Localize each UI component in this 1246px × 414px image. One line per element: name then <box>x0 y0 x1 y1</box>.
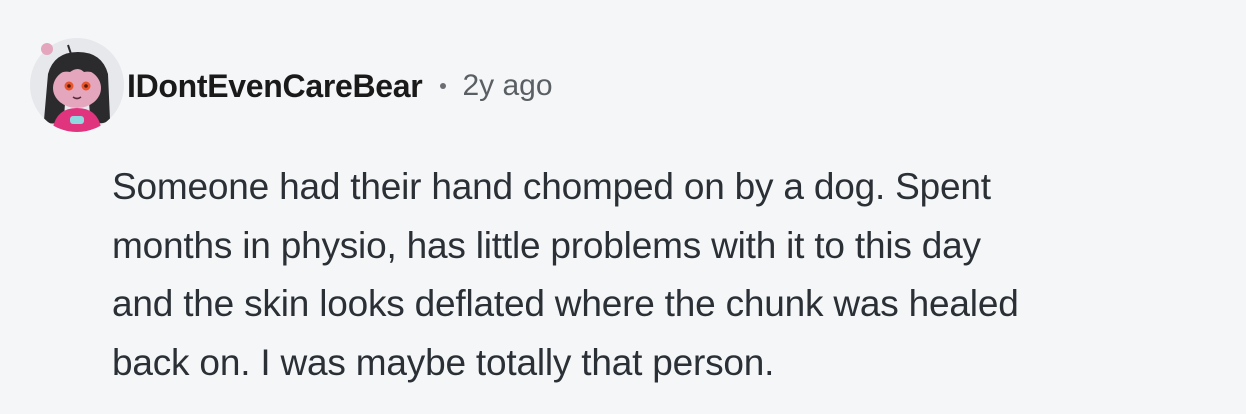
comment: IDontEvenCareBear 2y ago Someone had the… <box>0 0 1246 414</box>
meta-separator-dot <box>440 83 447 89</box>
comment-meta: IDontEvenCareBear 2y ago <box>127 62 553 110</box>
avatar[interactable] <box>28 36 126 134</box>
comment-body: Someone had their hand chomped on by a d… <box>112 158 1222 392</box>
comment-body-line: Someone had their hand chomped on by a d… <box>112 166 991 207</box>
comment-body-line: months in physio, has little problems wi… <box>112 224 981 266</box>
comment-body-line: and the skin looks deflated where the ch… <box>112 283 1019 324</box>
comment-body-line: back on. I was maybe totally that person… <box>112 341 775 383</box>
author-username[interactable]: IDontEvenCareBear <box>127 68 423 105</box>
snoo-avatar-icon <box>30 38 124 132</box>
comment-timestamp[interactable]: 2y ago <box>462 69 552 103</box>
